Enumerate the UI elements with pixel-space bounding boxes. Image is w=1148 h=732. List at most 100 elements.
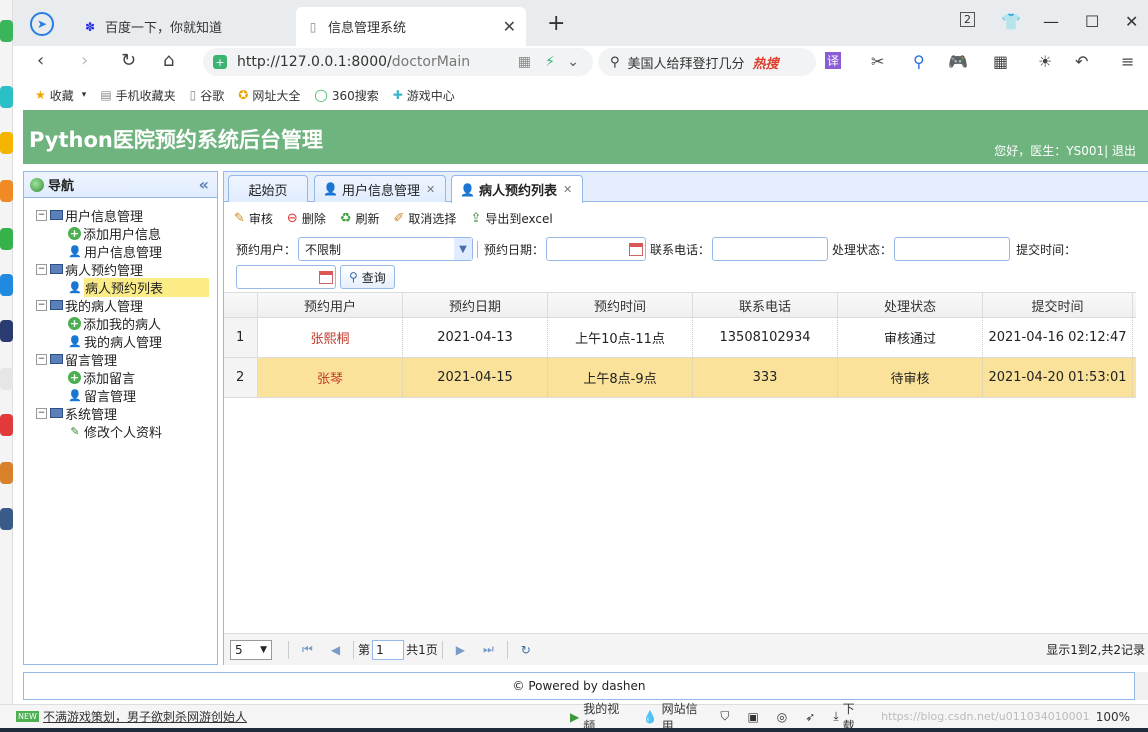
bookmark-360[interactable]: ◯ 360搜索 [314, 87, 378, 104]
tree-item-add-user[interactable]: + 添加用户信息 [24, 224, 217, 243]
zoom-item[interactable]: 100% [1096, 710, 1130, 724]
filter-submit-time-input[interactable] [236, 265, 336, 289]
browser-tab-active[interactable]: ▯ 信息管理系统 ✕ [296, 7, 526, 46]
tree-item-user-manage[interactable]: 👤 用户信息管理 [24, 242, 217, 261]
cell-user[interactable]: 张熙桐 [258, 318, 403, 357]
translate-icon[interactable]: 译 [825, 52, 842, 69]
magnifier-icon[interactable]: ⚲ [913, 52, 925, 71]
tree-group-messages[interactable]: − 留言管理 [24, 350, 217, 369]
lightning-icon[interactable]: ⚡ [545, 54, 555, 70]
cell-user[interactable]: 张琴 [258, 358, 403, 397]
column-header[interactable]: 处理状态 [838, 293, 983, 317]
close-window-icon[interactable]: ✕ [1125, 12, 1138, 31]
tree-group-my-patients[interactable]: − 我的病人管理 [24, 296, 217, 315]
filter-date-input[interactable] [546, 237, 647, 261]
column-header[interactable]: 提交时间 [983, 293, 1133, 317]
column-header[interactable]: 预约时间 [548, 293, 693, 317]
tree-group-system[interactable]: − 系统管理 [24, 404, 217, 423]
sidebar-app-icon[interactable] [0, 320, 13, 342]
next-page-icon[interactable]: ▶ [456, 643, 465, 657]
audit-button[interactable]: ✎ 审核 [234, 210, 273, 227]
sidebar-app-icon[interactable] [0, 180, 13, 202]
sidebar-app-icon[interactable] [0, 132, 13, 154]
collapse-toggle-icon[interactable]: − [36, 299, 47, 311]
close-tab-icon[interactable]: ✕ [503, 17, 516, 36]
minimize-icon[interactable]: — [1043, 12, 1059, 31]
speed-item[interactable]: ◎ [777, 710, 787, 724]
table-row[interactable]: 1 张熙桐 2021-04-13 上午10点-11点 13508102934 审… [224, 318, 1136, 358]
filter-user-select[interactable]: 不限制 ▼ [298, 237, 474, 261]
scissors-icon[interactable]: ✂ [871, 52, 884, 71]
logout-link[interactable]: 退出 [1112, 144, 1136, 158]
close-tab-icon[interactable]: ✕ [426, 183, 435, 196]
sidebar-app-icon[interactable] [0, 462, 13, 484]
qr-code-icon[interactable]: ▦ [518, 54, 531, 70]
chevron-down-icon[interactable]: ⌄ [567, 54, 579, 70]
collapse-toggle-icon[interactable]: − [36, 263, 47, 275]
tab-appointment-list[interactable]: 👤 病人预约列表 ✕ [451, 175, 583, 203]
sidebar-app-icon[interactable] [0, 228, 13, 250]
bookmark-google[interactable]: ▯ 谷歌 [190, 87, 225, 104]
tree-group-appointments[interactable]: − 病人预约管理 [24, 260, 217, 279]
delete-button[interactable]: ⊖ 删除 [287, 210, 326, 227]
cancel-select-button[interactable]: ✐ 取消选择 [394, 210, 457, 227]
prev-page-icon[interactable]: ◀ [331, 643, 340, 657]
tab-home[interactable]: 起始页 [228, 175, 308, 202]
calendar-icon[interactable] [629, 242, 644, 256]
home-icon[interactable]: ⌂ [163, 50, 174, 71]
export-excel-button[interactable]: ⇪ 导出到excel [470, 210, 552, 227]
menu-icon[interactable]: ≡ [1121, 52, 1134, 71]
sidebar-app-icon[interactable] [0, 274, 13, 296]
sidebar-app-icon[interactable] [0, 414, 13, 436]
address-bar[interactable]: + http://127.0.0.1:8000/doctorMain ▦ ⚡ ⌄ [203, 48, 593, 76]
game-controller-icon[interactable]: 🎮 [948, 52, 968, 71]
maximize-icon[interactable]: ☐ [1085, 12, 1099, 31]
search-input[interactable]: ⚲ 美国人给拜登打几分 热搜 [598, 48, 816, 76]
shirt-icon[interactable]: 👕 [1001, 12, 1021, 31]
sidebar-app-icon[interactable] [0, 86, 13, 108]
bookmark-mobile[interactable]: ▤ 手机收藏夹 [100, 87, 175, 104]
sidebar-app-icon[interactable] [0, 508, 13, 530]
back-icon[interactable]: ‹ [37, 50, 44, 71]
column-header[interactable]: 联系电话 [693, 293, 838, 317]
compass-icon[interactable]: ➤ [30, 12, 54, 36]
tree-item-edit-profile[interactable]: ✎ 修改个人资料 [24, 422, 217, 441]
filter-phone-input[interactable] [712, 237, 829, 261]
forward-icon[interactable]: › [81, 50, 88, 71]
sidebar-app-icon[interactable] [0, 20, 13, 42]
rocket-item[interactable]: ➶ [805, 710, 815, 724]
browser-tab-baidu[interactable]: ✽ 百度一下，你就知道 [73, 7, 293, 46]
calendar-icon[interactable] [319, 270, 333, 284]
bookmark-games[interactable]: ✚ 游戏中心 [393, 87, 455, 104]
reload-icon[interactable]: ↻ [121, 50, 136, 71]
image-item[interactable]: ▣ [747, 710, 758, 724]
page-number-input[interactable]: 1 [372, 639, 405, 660]
new-tab-icon[interactable]: + [547, 11, 565, 36]
tab-count-icon[interactable]: 2 [960, 12, 975, 27]
reload-icon[interactable]: ↻ [521, 643, 531, 657]
table-row[interactable]: 2 张琴 2021-04-15 上午8点-9点 333 待审核 2021-04-… [224, 358, 1136, 398]
collapse-toggle-icon[interactable]: − [36, 209, 47, 221]
tree-item-appointment-list[interactable]: 👤 病人预约列表 [24, 277, 217, 297]
tree-item-add-patient[interactable]: + 添加我的病人 [24, 314, 217, 333]
tree-group-user-info[interactable]: − 用户信息管理 [24, 206, 217, 225]
collapse-toggle-icon[interactable]: − [36, 407, 47, 419]
news-link[interactable]: 不满游戏策划，男子欲刺杀网游创始人 [43, 708, 247, 725]
column-header[interactable]: 预约用户 [258, 293, 403, 317]
bookmark-sites[interactable]: ✪ 网址大全 [238, 87, 300, 104]
first-page-icon[interactable]: ⏮ [302, 642, 313, 657]
chevron-down-icon[interactable]: ▼ [454, 238, 473, 260]
page-size-select[interactable]: 5 ▼ [230, 639, 272, 660]
brightness-icon[interactable]: ☀ [1038, 52, 1052, 71]
scrollbar[interactable] [1135, 672, 1148, 700]
apps-grid-icon[interactable]: ▦ [993, 52, 1008, 71]
column-header[interactable]: 预约日期 [403, 293, 548, 317]
last-page-icon[interactable]: ⏭ [483, 642, 494, 657]
query-button[interactable]: ⚲ 查询 [340, 265, 395, 289]
tree-item-patient-manage[interactable]: 👤 我的病人管理 [24, 332, 217, 351]
bookmark-favorites[interactable]: ★ 收藏 ▾ [35, 87, 86, 104]
tree-item-add-message[interactable]: + 添加留言 [24, 368, 217, 387]
tab-user-info[interactable]: 👤 用户信息管理 ✕ [314, 175, 446, 202]
collapse-icon[interactable]: « [199, 175, 209, 194]
collapse-toggle-icon[interactable]: − [36, 353, 47, 365]
